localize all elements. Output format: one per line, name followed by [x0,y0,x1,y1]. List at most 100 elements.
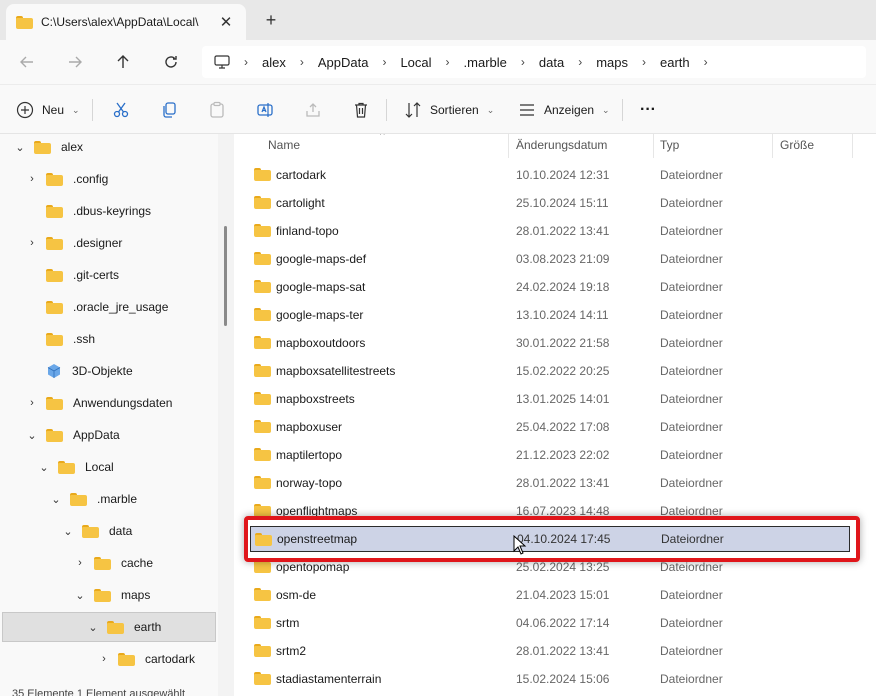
chevron-right-icon[interactable]: › [24,397,40,409]
sidebar-item[interactable]: .dbus-keyrings [0,196,216,226]
column-divider[interactable] [772,134,773,158]
chevron-down-icon[interactable]: ⌄ [12,141,28,154]
column-header-size[interactable]: Größe [780,138,814,152]
tab-strip: C:\Users\alex\AppData\Local\ ✕ + [0,0,876,40]
chevron-right-icon[interactable]: › [638,55,650,69]
breadcrumb-item[interactable]: .marble [454,55,517,70]
forward-button[interactable] [60,48,90,76]
chevron-down-icon[interactable]: ⌄ [48,493,64,506]
rename-button[interactable] [256,97,274,123]
close-tab-icon[interactable]: ✕ [216,13,236,31]
column-header-type[interactable]: Typ [660,138,679,152]
chevron-right-icon[interactable]: › [24,173,40,185]
sort-button[interactable]: Sortieren ⌄ [404,97,494,123]
table-row[interactable]: mapboxoutdoors 30.01.2022 21:58 Dateiordne… [246,330,858,356]
chevron-down-icon[interactable]: ⌄ [24,429,40,442]
file-date: 13.10.2024 14:11 [516,308,609,322]
table-row[interactable]: maptilertopo 21.12.2023 22:02 Dateiordner [246,442,858,468]
table-row[interactable]: cartodark 10.10.2024 12:31 Dateiordner [246,162,858,188]
chevron-down-icon[interactable]: ⌄ [36,461,52,474]
file-name: mapboxoutdoors [276,336,366,350]
column-divider[interactable] [508,134,509,158]
breadcrumb[interactable]: › alex › AppData › Local › .marble › dat… [202,46,866,78]
sidebar-item-label: Anwendungsdaten [73,396,173,410]
breadcrumb-item[interactable]: data [529,55,574,70]
breadcrumb-item[interactable]: alex [252,55,296,70]
arrow-up-icon [117,55,129,68]
folder-icon [254,672,271,685]
chevron-down-icon[interactable]: ⌄ [72,589,88,602]
sidebar-item[interactable]: ⌄ Local [0,452,216,482]
breadcrumb-item[interactable]: maps [586,55,638,70]
sidebar-item[interactable]: › cartodark [0,644,216,674]
table-row[interactable]: srtm2 28.01.2022 13:41 Dateiordner [246,638,858,664]
refresh-button[interactable] [156,48,186,76]
copy-button[interactable] [160,97,178,123]
column-divider[interactable] [653,134,654,158]
sidebar-item[interactable]: ⌄ .marble [0,484,216,514]
column-header-name[interactable]: Name [268,138,300,152]
sidebar-item-label: alex [61,140,84,154]
share-button[interactable] [304,97,322,123]
sidebar-item[interactable]: .git-certs [0,260,216,290]
chevron-right-icon[interactable]: › [517,55,529,69]
up-button[interactable] [108,48,138,76]
new-tab-button[interactable]: + [258,9,284,33]
sidebar-item[interactable]: .oracle_jre_usage [0,292,216,322]
sidebar-item-label: .dbus-keyrings [73,204,152,218]
sidebar-item[interactable]: › .config [0,164,216,194]
file-date: 21.12.2023 22:02 [516,448,610,462]
column-header-date[interactable]: Änderungsdatum [516,138,607,152]
chevron-right-icon[interactable]: › [574,55,586,69]
table-row[interactable]: norway-topo 28.01.2022 13:41 Dateiordner [246,470,858,496]
file-type: Dateiordner [660,560,723,574]
breadcrumb-item[interactable]: AppData [308,55,379,70]
sidebar-item[interactable]: ⌄ maps [0,580,216,610]
sidebar-item[interactable]: ⌄ data [0,516,216,546]
chevron-right-icon[interactable]: › [24,237,40,249]
table-row[interactable]: cartolight 25.10.2024 15:11 Dateiordner [246,190,858,216]
table-row[interactable]: mapboxsatellitestreets 15.02.2022 20:25 Da… [246,358,858,384]
delete-button[interactable] [352,97,370,123]
sidebar-item[interactable]: 3D-Objekte [0,356,216,386]
tab-current-folder[interactable]: C:\Users\alex\AppData\Local\ ✕ [6,4,246,40]
view-button[interactable]: Anzeigen ⌄ [518,97,610,123]
chevron-right-icon[interactable]: › [700,55,712,69]
back-button[interactable] [12,48,42,76]
table-row[interactable]: finland-topo 28.01.2022 13:41 Dateiordner [246,218,858,244]
chevron-right-icon[interactable]: › [296,55,308,69]
table-row[interactable]: mapboxstreets 13.01.2025 14:01 Dateiordner [246,386,858,412]
paste-button[interactable] [208,97,226,123]
table-row[interactable]: google-maps-ter 13.10.2024 14:11 Dateiordn… [246,302,858,328]
table-row[interactable]: google-maps-sat 24.02.2024 19:18 Dateiordn… [246,274,858,300]
chevron-down-icon[interactable]: ⌄ [60,525,76,538]
sidebar-item[interactable]: ⌄ alex [0,134,216,162]
table-row[interactable]: mapboxuser 25.04.2022 17:08 Dateiordner [246,414,858,440]
sidebar-scrollbar[interactable] [224,226,227,326]
chevron-down-icon: ⌄ [486,104,495,115]
table-row[interactable]: osm-de 21.04.2023 15:01 Dateiordner [246,582,858,608]
table-row[interactable]: stadiastamenterrain 15.02.2024 15:06 Datei… [246,666,858,692]
chevron-right-icon[interactable]: › [378,55,390,69]
copy-icon [163,102,176,118]
sidebar-item-label: Local [85,460,114,474]
sidebar-item[interactable]: .ssh [0,324,216,354]
table-row[interactable]: srtm 04.06.2022 17:14 Dateiordner [246,610,858,636]
table-row[interactable]: google-maps-def 03.08.2023 21:09 Dateiordn… [246,246,858,272]
more-options-button[interactable]: ··· [640,97,656,123]
new-button[interactable]: Neu ⌄ [16,97,80,123]
chevron-right-icon[interactable]: › [442,55,454,69]
breadcrumb-item[interactable]: Local [390,55,441,70]
sidebar-item[interactable]: › .designer [0,228,216,258]
chevron-down-icon[interactable]: ⌄ [85,621,101,634]
sidebar-item[interactable]: ⌄ earth [2,612,216,642]
chevron-right-icon[interactable]: › [96,653,112,665]
sidebar-item[interactable]: ⌄ AppData [0,420,216,450]
cut-button[interactable] [112,97,130,123]
chevron-right-icon[interactable]: › [72,557,88,569]
folder-icon [254,168,271,181]
column-divider[interactable] [852,134,853,158]
sidebar-item[interactable]: › cache [0,548,216,578]
breadcrumb-item[interactable]: earth [650,55,700,70]
sidebar-item[interactable]: › Anwendungsdaten [0,388,216,418]
